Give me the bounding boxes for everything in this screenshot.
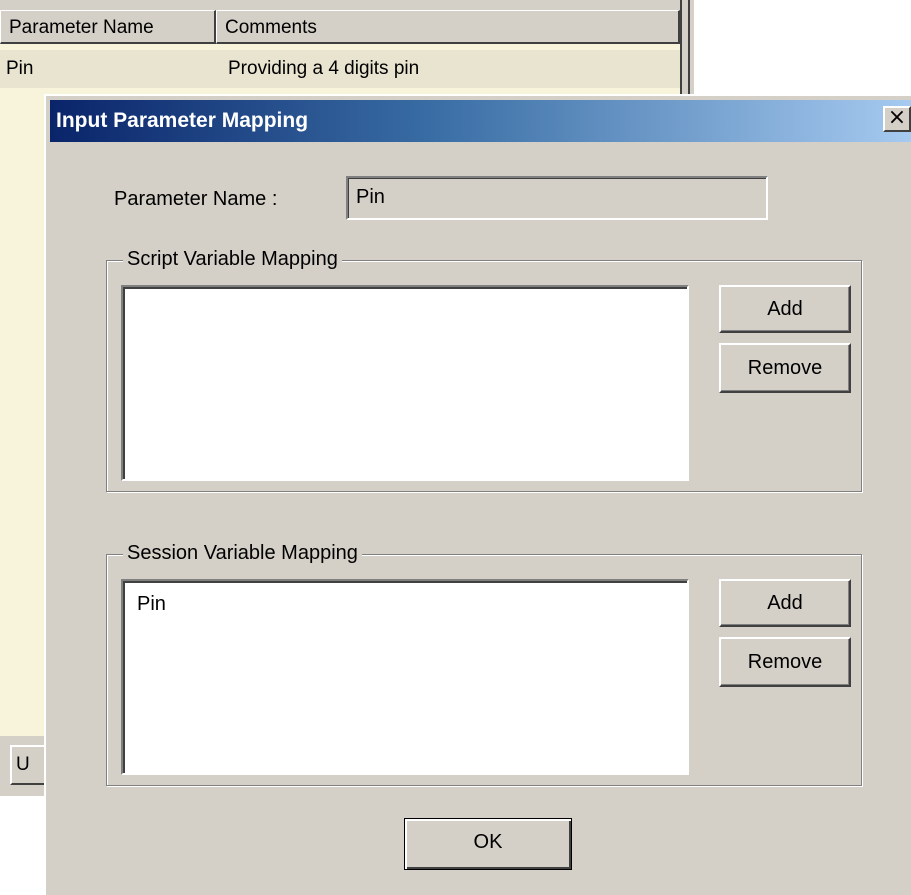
script-add-button[interactable]: Add bbox=[719, 285, 851, 333]
session-remove-button[interactable]: Remove bbox=[719, 637, 851, 687]
row-parameter-name: Pin bbox=[6, 58, 34, 79]
parameter-name-field: Pin bbox=[346, 176, 768, 220]
ok-button[interactable]: OK bbox=[404, 818, 572, 870]
input-parameter-mapping-dialog: Input Parameter Mapping × Parameter Name… bbox=[44, 94, 911, 895]
session-add-button[interactable]: Add bbox=[719, 579, 851, 627]
script-variable-mapping-group: Script Variable Mapping Add Remove bbox=[106, 247, 862, 492]
session-variable-mapping-legend: Session Variable Mapping bbox=[123, 541, 362, 565]
dialog-title: Input Parameter Mapping bbox=[56, 109, 309, 132]
script-remove-button[interactable]: Remove bbox=[719, 343, 851, 393]
list-header: Parameter Name Comments bbox=[0, 10, 680, 44]
script-variable-mapping-legend: Script Variable Mapping bbox=[123, 247, 342, 271]
table-row[interactable]: Pin Providing a 4 digits pin bbox=[0, 50, 680, 88]
row-comment: Providing a 4 digits pin bbox=[228, 58, 420, 79]
dialog-titlebar[interactable]: Input Parameter Mapping × bbox=[50, 100, 911, 142]
close-icon[interactable]: × bbox=[883, 106, 911, 132]
session-variable-listbox[interactable]: Pin bbox=[121, 579, 689, 775]
session-variable-mapping-group: Session Variable Mapping Pin Add Remove bbox=[106, 541, 862, 786]
column-header-parameter-name[interactable]: Parameter Name bbox=[0, 10, 216, 44]
column-header-comments[interactable]: Comments bbox=[216, 10, 680, 44]
parameter-name-label: Parameter Name : bbox=[114, 188, 278, 210]
list-item[interactable]: Pin bbox=[137, 593, 166, 616]
script-variable-listbox[interactable] bbox=[121, 285, 689, 481]
list-header-strip bbox=[0, 0, 680, 10]
